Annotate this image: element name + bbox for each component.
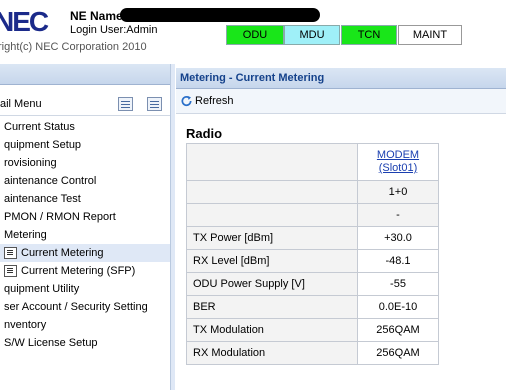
menu-item[interactable]: ser Account / Security Setting — [0, 298, 170, 316]
menu-item[interactable]: aintenance Test — [0, 190, 170, 208]
menu-item[interactable]: S/W License Setup — [0, 334, 170, 352]
modem-link-line1: MODEM — [376, 149, 420, 161]
table-row: RX Level [dBm] -48.1 — [186, 249, 439, 273]
menu-item[interactable]: quipment Setup — [0, 136, 170, 154]
panel-splitter[interactable] — [171, 64, 175, 390]
row-label: TX Power [dBm] — [186, 226, 358, 250]
menu-item-label: S/W License Setup — [4, 337, 98, 349]
nec-logo: NEC — [0, 6, 49, 37]
list-icon — [4, 247, 17, 260]
table-row: ODU Power Supply [V] -55 — [186, 272, 439, 296]
tcn-button[interactable]: TCN — [341, 25, 397, 45]
maint-button[interactable]: MAINT — [398, 25, 462, 45]
mdu-button[interactable]: MDU — [284, 25, 340, 45]
content-toolbar: Refresh — [176, 89, 506, 114]
menu-item-label: nventory — [4, 319, 47, 331]
left-panel-titlebar — [0, 64, 170, 85]
left-menu-panel: ail Menu Current Status quipment Setup rov… — [0, 64, 171, 390]
menu-item-label: rovisioning — [4, 157, 57, 169]
row-value: 0.0E-10 — [357, 295, 439, 319]
menu-item-label: Current Metering (SFP) — [21, 265, 136, 277]
menu-item-label: Current Metering — [21, 247, 104, 259]
expand-all-icon[interactable] — [118, 97, 133, 111]
content-panel: Metering - Current Metering Refresh Radi… — [176, 64, 506, 390]
odu-button[interactable]: ODU — [226, 25, 284, 45]
refresh-button[interactable]: Refresh — [180, 93, 234, 109]
modem-slot-header: MODEM (Slot01) — [357, 143, 439, 181]
subheader-dash-cell: - — [357, 203, 439, 227]
copyright: right(c) NEC Corporation 2010 — [0, 41, 147, 53]
table-blank-cell — [186, 180, 358, 204]
table-corner-cell — [186, 143, 358, 181]
row-value: -55 — [357, 272, 439, 296]
ne-name-label: NE Name: — [70, 9, 127, 23]
menu-item[interactable]: quipment Utility — [0, 280, 170, 298]
table-blank-cell — [186, 203, 358, 227]
menu-header-label: ail Menu — [0, 98, 42, 110]
table-subheader-row: - — [186, 203, 439, 227]
table-subheader-row: 1+0 — [186, 180, 439, 204]
app-header: NEC NE Name: Login User:Admin right(c) N… — [0, 0, 506, 56]
table-row: TX Power [dBm] +30.0 — [186, 226, 439, 250]
protection-mode-cell: 1+0 — [357, 180, 439, 204]
row-label: RX Level [dBm] — [186, 249, 358, 273]
menu-item[interactable]: Current Status — [0, 118, 170, 136]
modem-slot01-link[interactable]: MODEM (Slot01) — [364, 149, 432, 175]
row-label: RX Modulation — [186, 341, 358, 365]
refresh-icon — [181, 95, 192, 106]
menu-item[interactable]: PMON / RMON Report — [0, 208, 170, 226]
menu-item-label: quipment Utility — [4, 283, 80, 295]
table-row: BER 0.0E-10 — [186, 295, 439, 319]
menu-tree: Current Status quipment Setup rovisioning a… — [0, 116, 170, 352]
menu-item[interactable]: Current Metering (SFP) — [0, 262, 170, 280]
row-label: BER — [186, 295, 358, 319]
row-value: 256QAM — [357, 341, 439, 365]
menu-item-label: ser Account / Security Setting — [4, 301, 148, 313]
modem-link-line2: (Slot01) — [378, 162, 418, 174]
menu-item-label: aintenance Control — [4, 175, 97, 187]
page-title: Metering - Current Metering — [176, 68, 506, 89]
row-label: TX Modulation — [186, 318, 358, 342]
menu-item[interactable]: aintenance Control — [0, 172, 170, 190]
menu-item[interactable]: Current Metering — [0, 244, 170, 262]
radio-metering-table: MODEM (Slot01) 1+0 - TX Power [dBm] +30.0… — [186, 143, 439, 365]
menu-item-label: PMON / RMON Report — [4, 211, 116, 223]
menu-item[interactable]: rovisioning — [0, 154, 170, 172]
table-row: RX Modulation 256QAM — [186, 341, 439, 365]
refresh-label: Refresh — [195, 95, 234, 107]
row-value: -48.1 — [357, 249, 439, 273]
row-value: +30.0 — [357, 226, 439, 250]
menu-item-label: Metering — [4, 229, 47, 241]
menu-item-label: aintenance Test — [4, 193, 81, 205]
menu-item[interactable]: nventory — [0, 316, 170, 334]
login-user: Login User:Admin — [70, 24, 158, 36]
table-header-row: MODEM (Slot01) — [186, 143, 439, 181]
list-icon — [4, 265, 17, 278]
menu-item-label: Current Status — [4, 121, 75, 133]
menu-header: ail Menu — [0, 93, 170, 116]
menu-item-label: quipment Setup — [4, 139, 82, 151]
menu-item[interactable]: Metering — [0, 226, 170, 244]
collapse-all-icon[interactable] — [147, 97, 162, 111]
row-label: ODU Power Supply [V] — [186, 272, 358, 296]
row-value: 256QAM — [357, 318, 439, 342]
section-title-radio: Radio — [186, 126, 223, 141]
table-row: TX Modulation 256QAM — [186, 318, 439, 342]
redacted-ne-name — [120, 8, 320, 22]
